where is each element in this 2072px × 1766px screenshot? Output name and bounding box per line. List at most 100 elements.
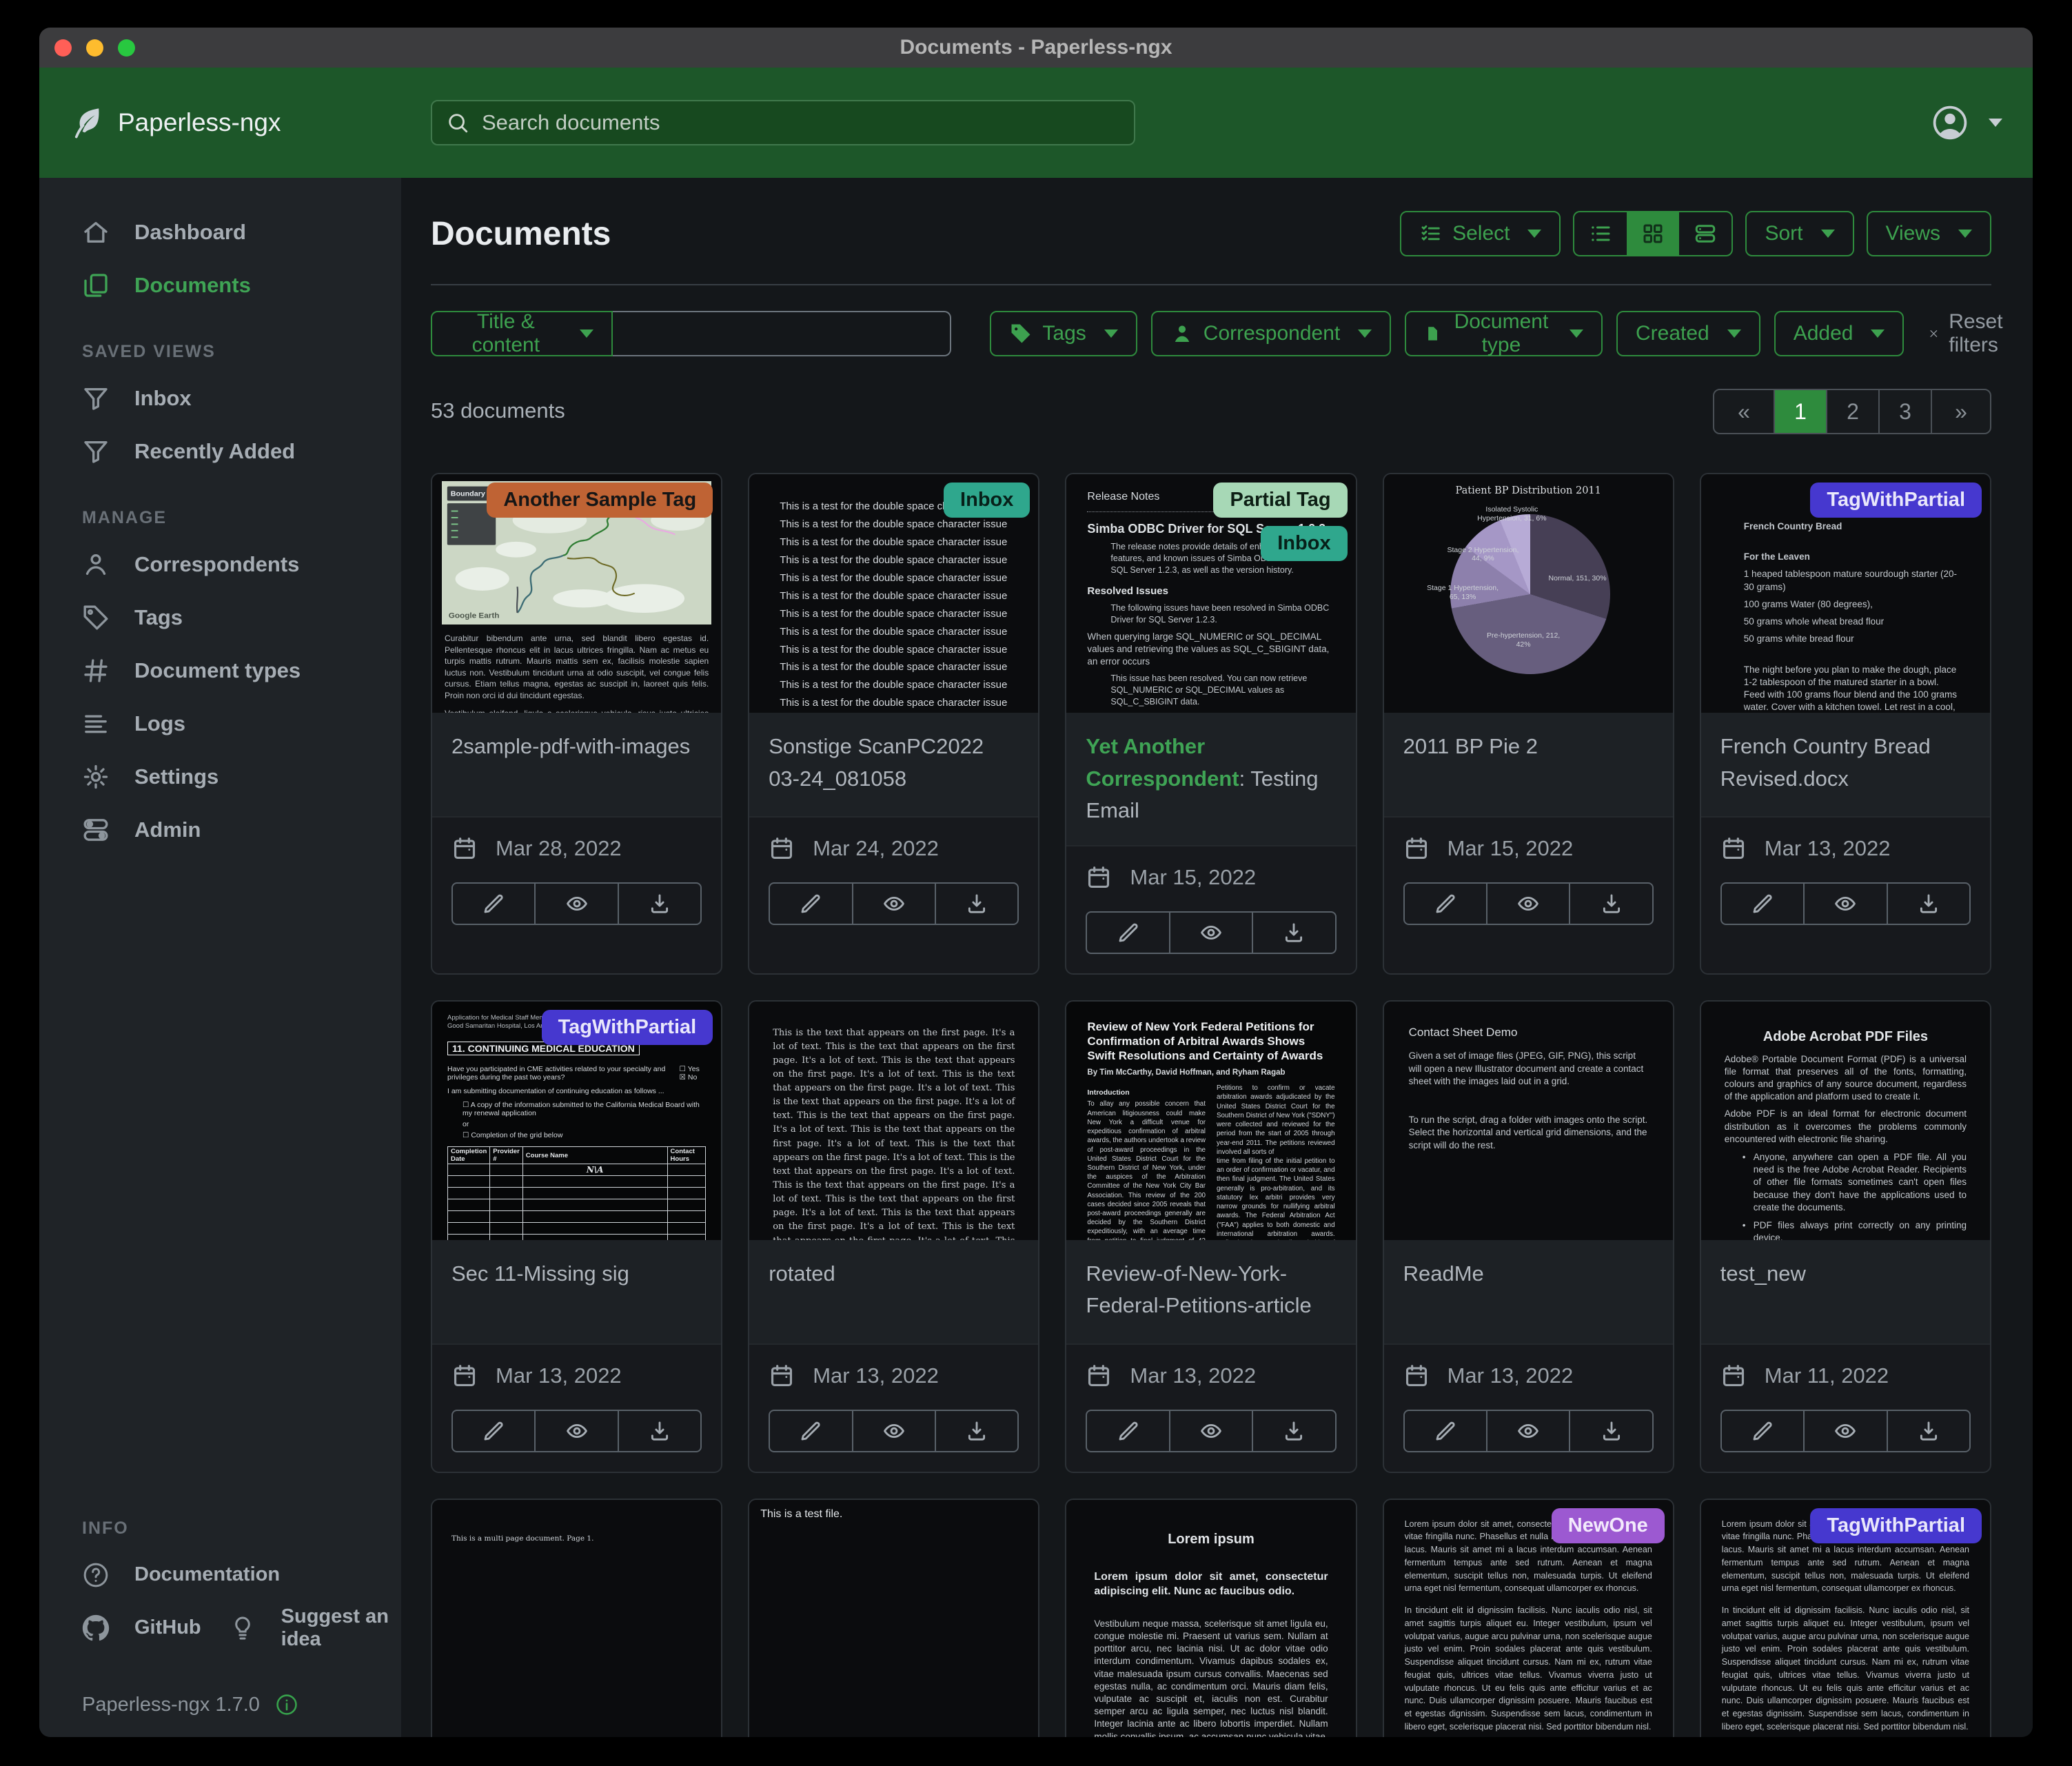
view-document-button[interactable] <box>1803 1410 1887 1452</box>
view-document-button[interactable] <box>852 1410 936 1452</box>
document-thumbnail[interactable]: This is the text that appears on the fir… <box>749 1002 1038 1240</box>
download-document-button[interactable] <box>1887 882 1971 925</box>
sidebar-item-inbox[interactable]: Inbox <box>39 372 401 425</box>
edit-document-button[interactable] <box>769 882 853 925</box>
title-content-input[interactable] <box>613 311 952 356</box>
document-thumbnail[interactable]: Review of New York Federal Petitions for… <box>1066 1002 1355 1240</box>
created-filter-button[interactable]: Created <box>1616 311 1760 356</box>
download-document-button[interactable] <box>935 1410 1019 1452</box>
view-document-button[interactable] <box>1169 911 1253 954</box>
sidebar-item-admin[interactable]: Admin <box>39 803 401 856</box>
document-card: Adobe Acrobat PDF FilesAdobe® Portable D… <box>1700 1000 1991 1473</box>
app-brand[interactable]: Paperless-ngx <box>70 105 281 141</box>
sidebar-item-github[interactable]: GitHub <box>39 1601 201 1654</box>
download-document-button[interactable] <box>1252 1410 1336 1452</box>
document-title[interactable]: 2011 BP Pie 2 <box>1403 731 1654 763</box>
edit-document-button[interactable] <box>1720 882 1805 925</box>
download-document-button[interactable] <box>1569 1410 1653 1452</box>
view-document-button[interactable] <box>534 882 618 925</box>
download-document-button[interactable] <box>618 882 702 925</box>
document-title[interactable]: French Country Bread Revised.docx <box>1720 731 1971 795</box>
view-document-button[interactable] <box>534 1410 618 1452</box>
document-title[interactable]: Review-of-New-York-Federal-Petitions-art… <box>1086 1258 1336 1322</box>
leaf-logo-icon <box>70 105 105 141</box>
document-correspondent-link[interactable]: Yet Another Correspondent <box>1086 734 1239 791</box>
download-document-button[interactable] <box>618 1410 702 1452</box>
sidebar-item-documentation[interactable]: Documentation <box>39 1548 401 1601</box>
download-document-button[interactable] <box>1252 911 1336 954</box>
views-button[interactable]: Views <box>1867 211 1991 256</box>
view-document-button[interactable] <box>852 882 936 925</box>
pagination: «123» <box>1713 389 1991 434</box>
view-grid-button[interactable] <box>1627 212 1679 255</box>
sidebar-item-logs[interactable]: Logs <box>39 697 401 750</box>
edit-document-button[interactable] <box>769 1410 853 1452</box>
sidebar-item-recently-added[interactable]: Recently Added <box>39 425 401 478</box>
view-list-button[interactable] <box>1574 212 1627 255</box>
tag-badge[interactable]: Inbox <box>1261 526 1347 561</box>
tag-badge[interactable]: Another Sample Tag <box>487 483 713 518</box>
document-title[interactable]: Yet Another Correspondent: Testing Email <box>1086 731 1336 827</box>
sidebar-item-tags[interactable]: Tags <box>39 591 401 644</box>
edit-document-button[interactable] <box>1086 911 1170 954</box>
sidebar-item-correspondents[interactable]: Correspondents <box>39 538 401 591</box>
document-thumbnail[interactable]: Patient BP Distribution 2011Normal, 151,… <box>1384 474 1673 713</box>
document-thumbnail[interactable]: This is a test file. <box>749 1500 1038 1738</box>
document-title[interactable]: Sonstige ScanPC2022 03-24_081058 <box>769 731 1019 795</box>
zoom-window-button[interactable] <box>118 39 135 57</box>
tag-badge[interactable]: TagWithPartial <box>1810 483 1982 518</box>
sidebar-item-dashboard[interactable]: Dashboard <box>39 205 401 258</box>
tags-filter-button[interactable]: Tags <box>990 311 1137 356</box>
document-type-filter-button[interactable]: Document type <box>1405 311 1603 356</box>
title-content-filter-button[interactable]: Title & content <box>431 311 613 356</box>
view-document-button[interactable] <box>1803 882 1887 925</box>
view-document-button[interactable] <box>1486 882 1570 925</box>
pagination-next-button[interactable]: » <box>1931 390 1990 433</box>
search-input[interactable] <box>480 110 1120 136</box>
edit-document-button[interactable] <box>1403 1410 1487 1452</box>
document-thumbnail[interactable]: Lorem ipsumLorem ipsum dolor sit amet, c… <box>1066 1500 1355 1738</box>
added-filter-button[interactable]: Added <box>1774 311 1905 356</box>
tag-badge[interactable]: Partial Tag <box>1213 483 1347 518</box>
download-document-button[interactable] <box>935 882 1019 925</box>
sort-button[interactable]: Sort <box>1745 211 1853 256</box>
document-title[interactable]: Sec 11-Missing sig <box>451 1258 702 1290</box>
chevron-down-icon <box>1821 230 1835 238</box>
document-thumbnail[interactable]: This is a multi page document. Page 1. <box>432 1500 721 1738</box>
info-icon[interactable] <box>275 1693 298 1716</box>
pagination-page-3[interactable]: 3 <box>1878 390 1931 433</box>
correspondent-filter-button[interactable]: Correspondent <box>1151 311 1391 356</box>
document-thumbnail[interactable]: Adobe Acrobat PDF FilesAdobe® Portable D… <box>1701 1002 1990 1240</box>
minimize-window-button[interactable] <box>86 39 103 57</box>
document-title[interactable]: ReadMe <box>1403 1258 1654 1290</box>
reset-filters-button[interactable]: Reset filters <box>1929 310 2010 357</box>
tag-badge[interactable]: TagWithPartial <box>1810 1508 1982 1543</box>
view-detail-button[interactable] <box>1679 212 1731 255</box>
pagination-prev-button[interactable]: « <box>1714 390 1774 433</box>
edit-document-button[interactable] <box>1403 882 1487 925</box>
edit-document-button[interactable] <box>451 882 536 925</box>
edit-document-button[interactable] <box>1720 1410 1805 1452</box>
download-document-button[interactable] <box>1887 1410 1971 1452</box>
sidebar-item-suggest-idea[interactable]: Suggest an idea <box>201 1601 401 1654</box>
sidebar-item-settings[interactable]: Settings <box>39 750 401 803</box>
view-document-button[interactable] <box>1486 1410 1570 1452</box>
sidebar-item-documents[interactable]: Documents <box>39 258 401 312</box>
document-thumbnail[interactable]: Contact Sheet DemoGiven a set of image f… <box>1384 1002 1673 1240</box>
tag-badge[interactable]: NewOne <box>1552 1508 1665 1543</box>
tag-badge[interactable]: Inbox <box>944 483 1030 518</box>
edit-document-button[interactable] <box>1086 1410 1170 1452</box>
document-title[interactable]: 2sample-pdf-with-images <box>451 731 702 763</box>
pagination-page-1[interactable]: 1 <box>1774 390 1826 433</box>
user-menu[interactable] <box>1931 103 2002 142</box>
download-document-button[interactable] <box>1569 882 1653 925</box>
close-window-button[interactable] <box>54 39 72 57</box>
pagination-page-2[interactable]: 2 <box>1826 390 1878 433</box>
sidebar-item-document-types[interactable]: Document types <box>39 644 401 697</box>
document-title[interactable]: test_new <box>1720 1258 1971 1290</box>
select-button[interactable]: Select <box>1400 211 1561 256</box>
edit-document-button[interactable] <box>451 1410 536 1452</box>
view-document-button[interactable] <box>1169 1410 1253 1452</box>
document-title[interactable]: rotated <box>769 1258 1019 1290</box>
tag-badge[interactable]: TagWithPartial <box>542 1010 713 1045</box>
